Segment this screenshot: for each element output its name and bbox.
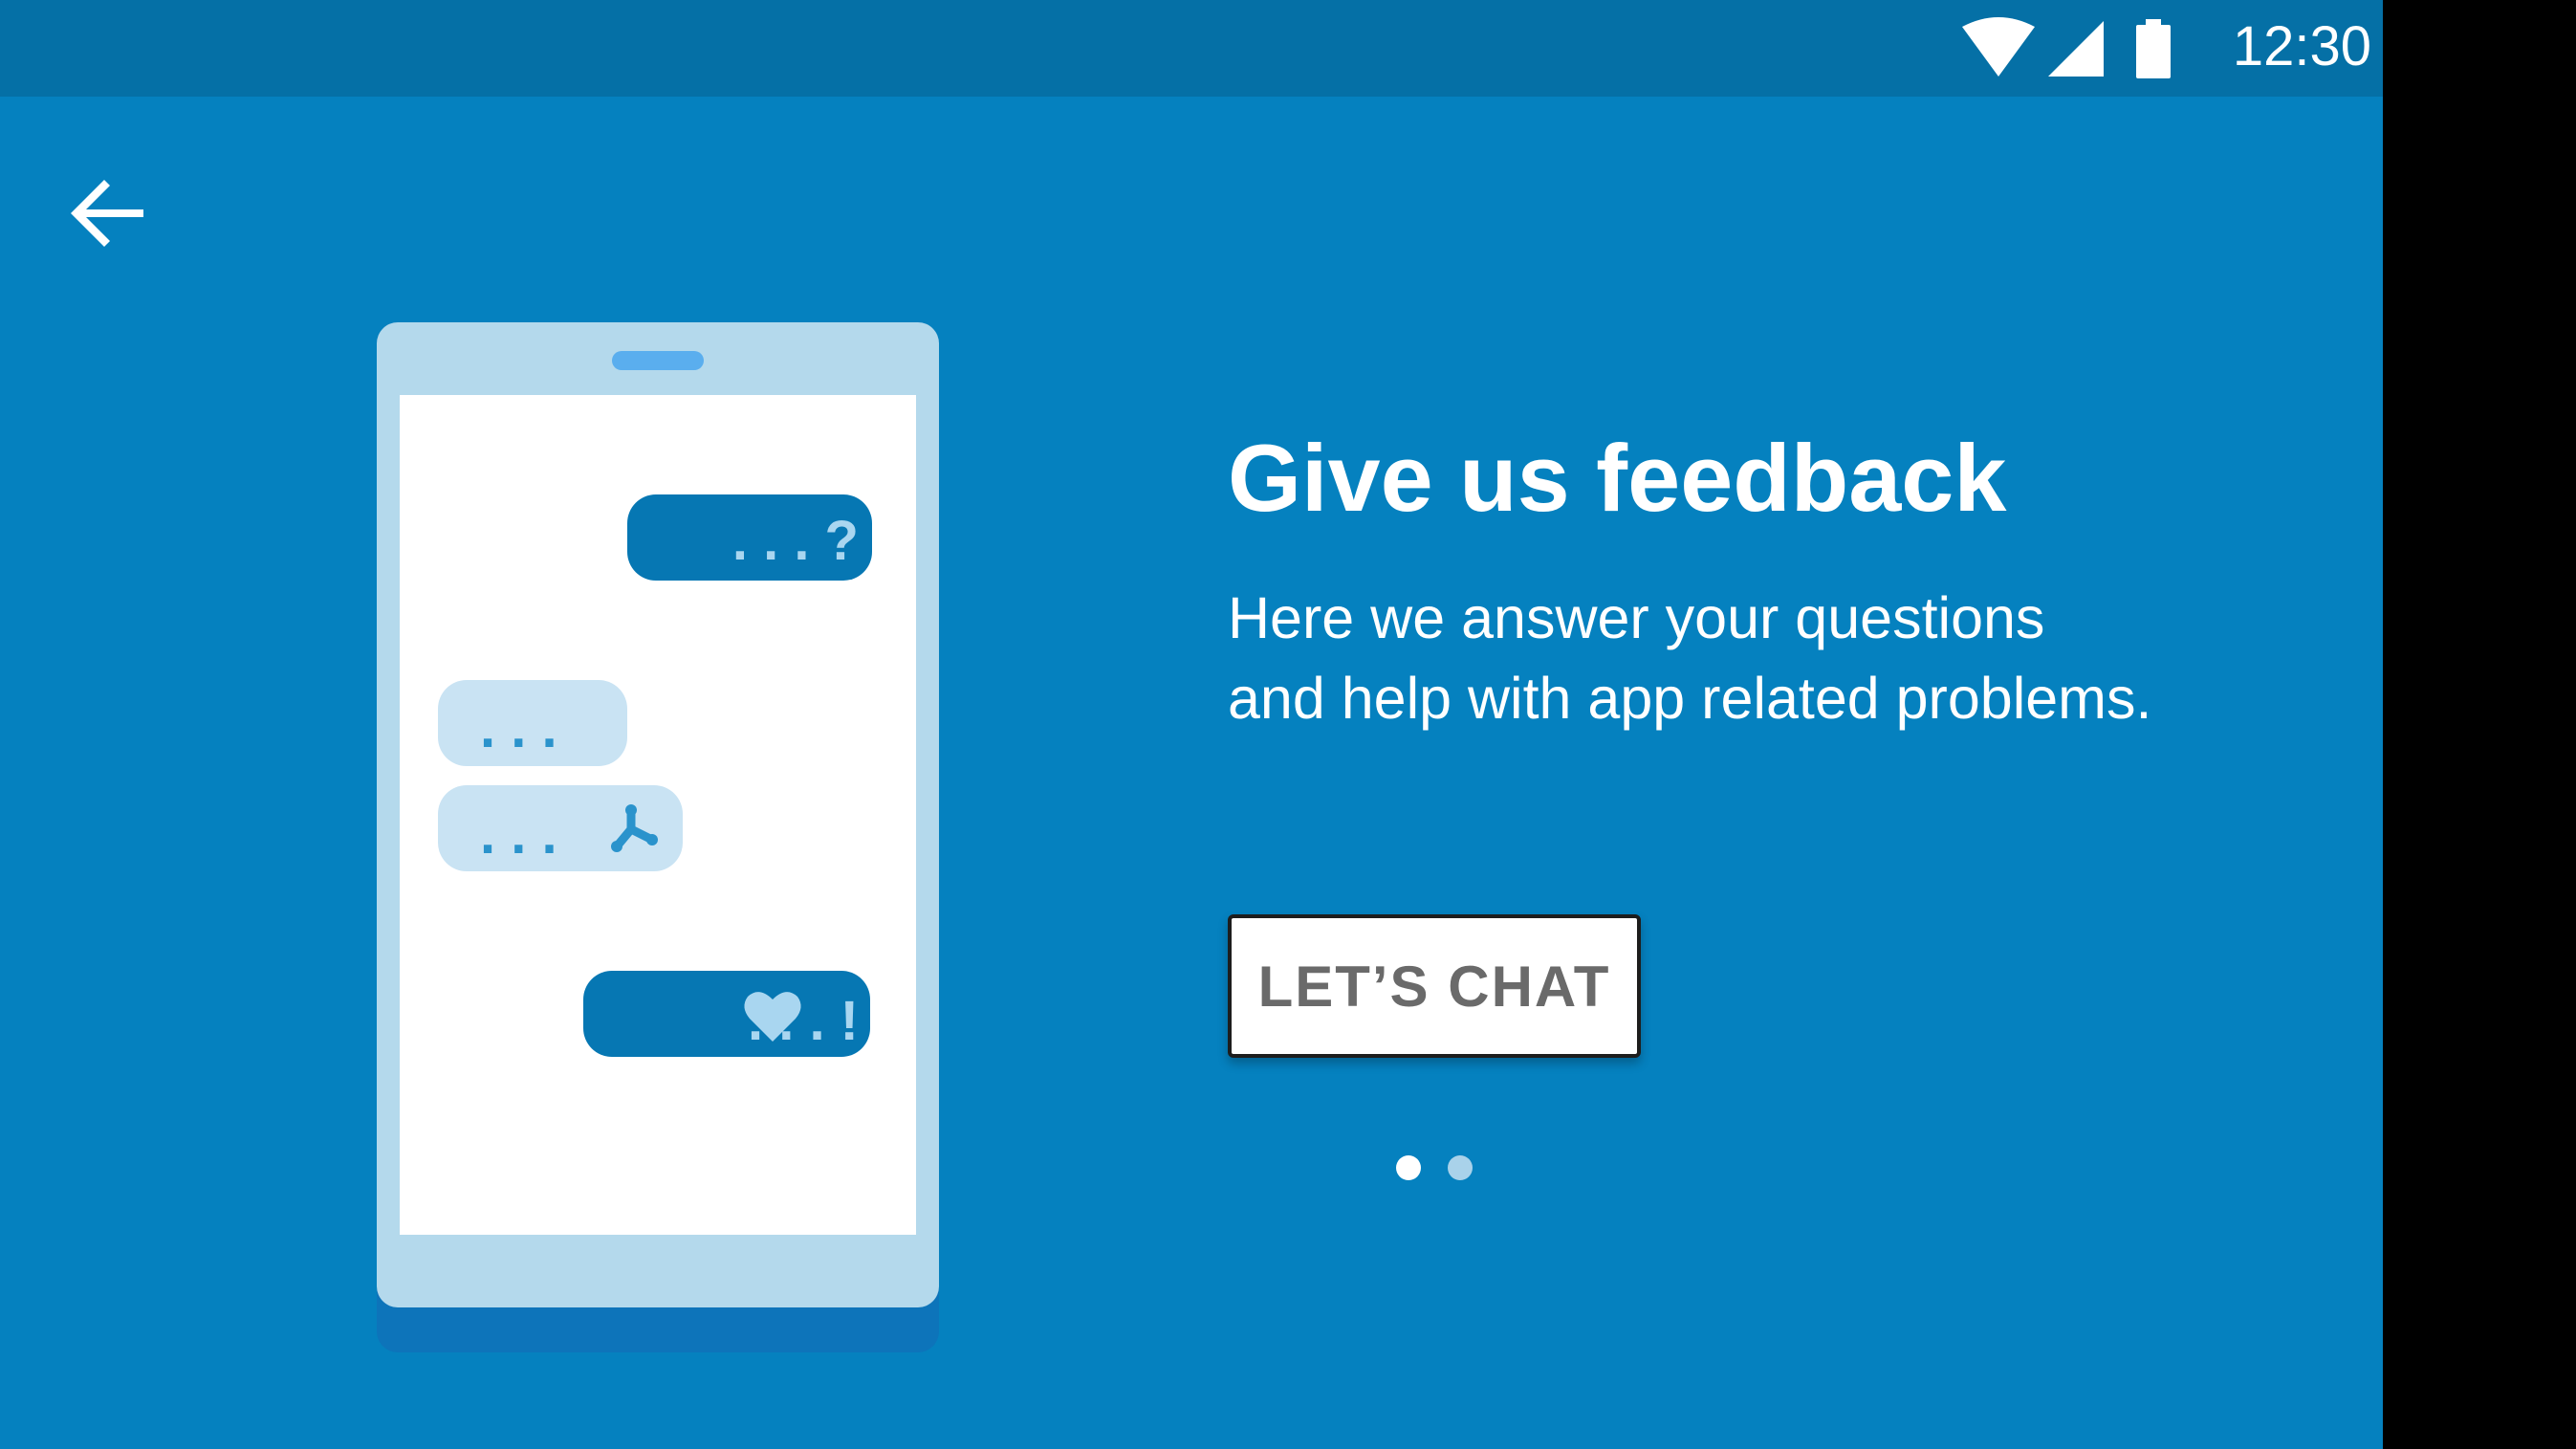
page-dot-active[interactable]	[1396, 1155, 1421, 1180]
lets-chat-button[interactable]: LET’S CHAT	[1228, 914, 1641, 1058]
chat-bubble-heart: . . . !	[583, 971, 870, 1057]
onboarding-screen: 12:30 . . . ? . . . . . . . . . ! Give u…	[0, 0, 2383, 1449]
description-line-1: Here we answer your questions	[1228, 585, 2045, 650]
back-button[interactable]	[57, 161, 163, 266]
status-bar: 12:30	[0, 0, 2383, 97]
bubble-dots-text: . . .	[480, 697, 557, 759]
wifi-icon	[1962, 17, 2035, 77]
page-title: Give us feedback	[1228, 425, 2007, 531]
arrow-left-icon	[71, 180, 143, 247]
bubble-question-text: . . . ?	[732, 510, 859, 572]
phone-illustration: . . . ? . . . . . . . . . !	[377, 322, 939, 1355]
description-line-2: and help with app related problems.	[1228, 666, 2152, 731]
status-clock: 12:30	[2232, 15, 2371, 77]
page-dot[interactable]	[1448, 1155, 1473, 1180]
cell-signal-icon	[2048, 21, 2104, 77]
battery-icon	[2136, 19, 2171, 78]
chat-bubble-question: . . . ?	[627, 494, 872, 581]
chat-bubble-dots: . . .	[438, 680, 627, 766]
phone-speaker	[612, 351, 704, 370]
chat-bubble-logo: . . .	[438, 785, 683, 871]
bubble-logo-text: . . .	[480, 803, 557, 866]
